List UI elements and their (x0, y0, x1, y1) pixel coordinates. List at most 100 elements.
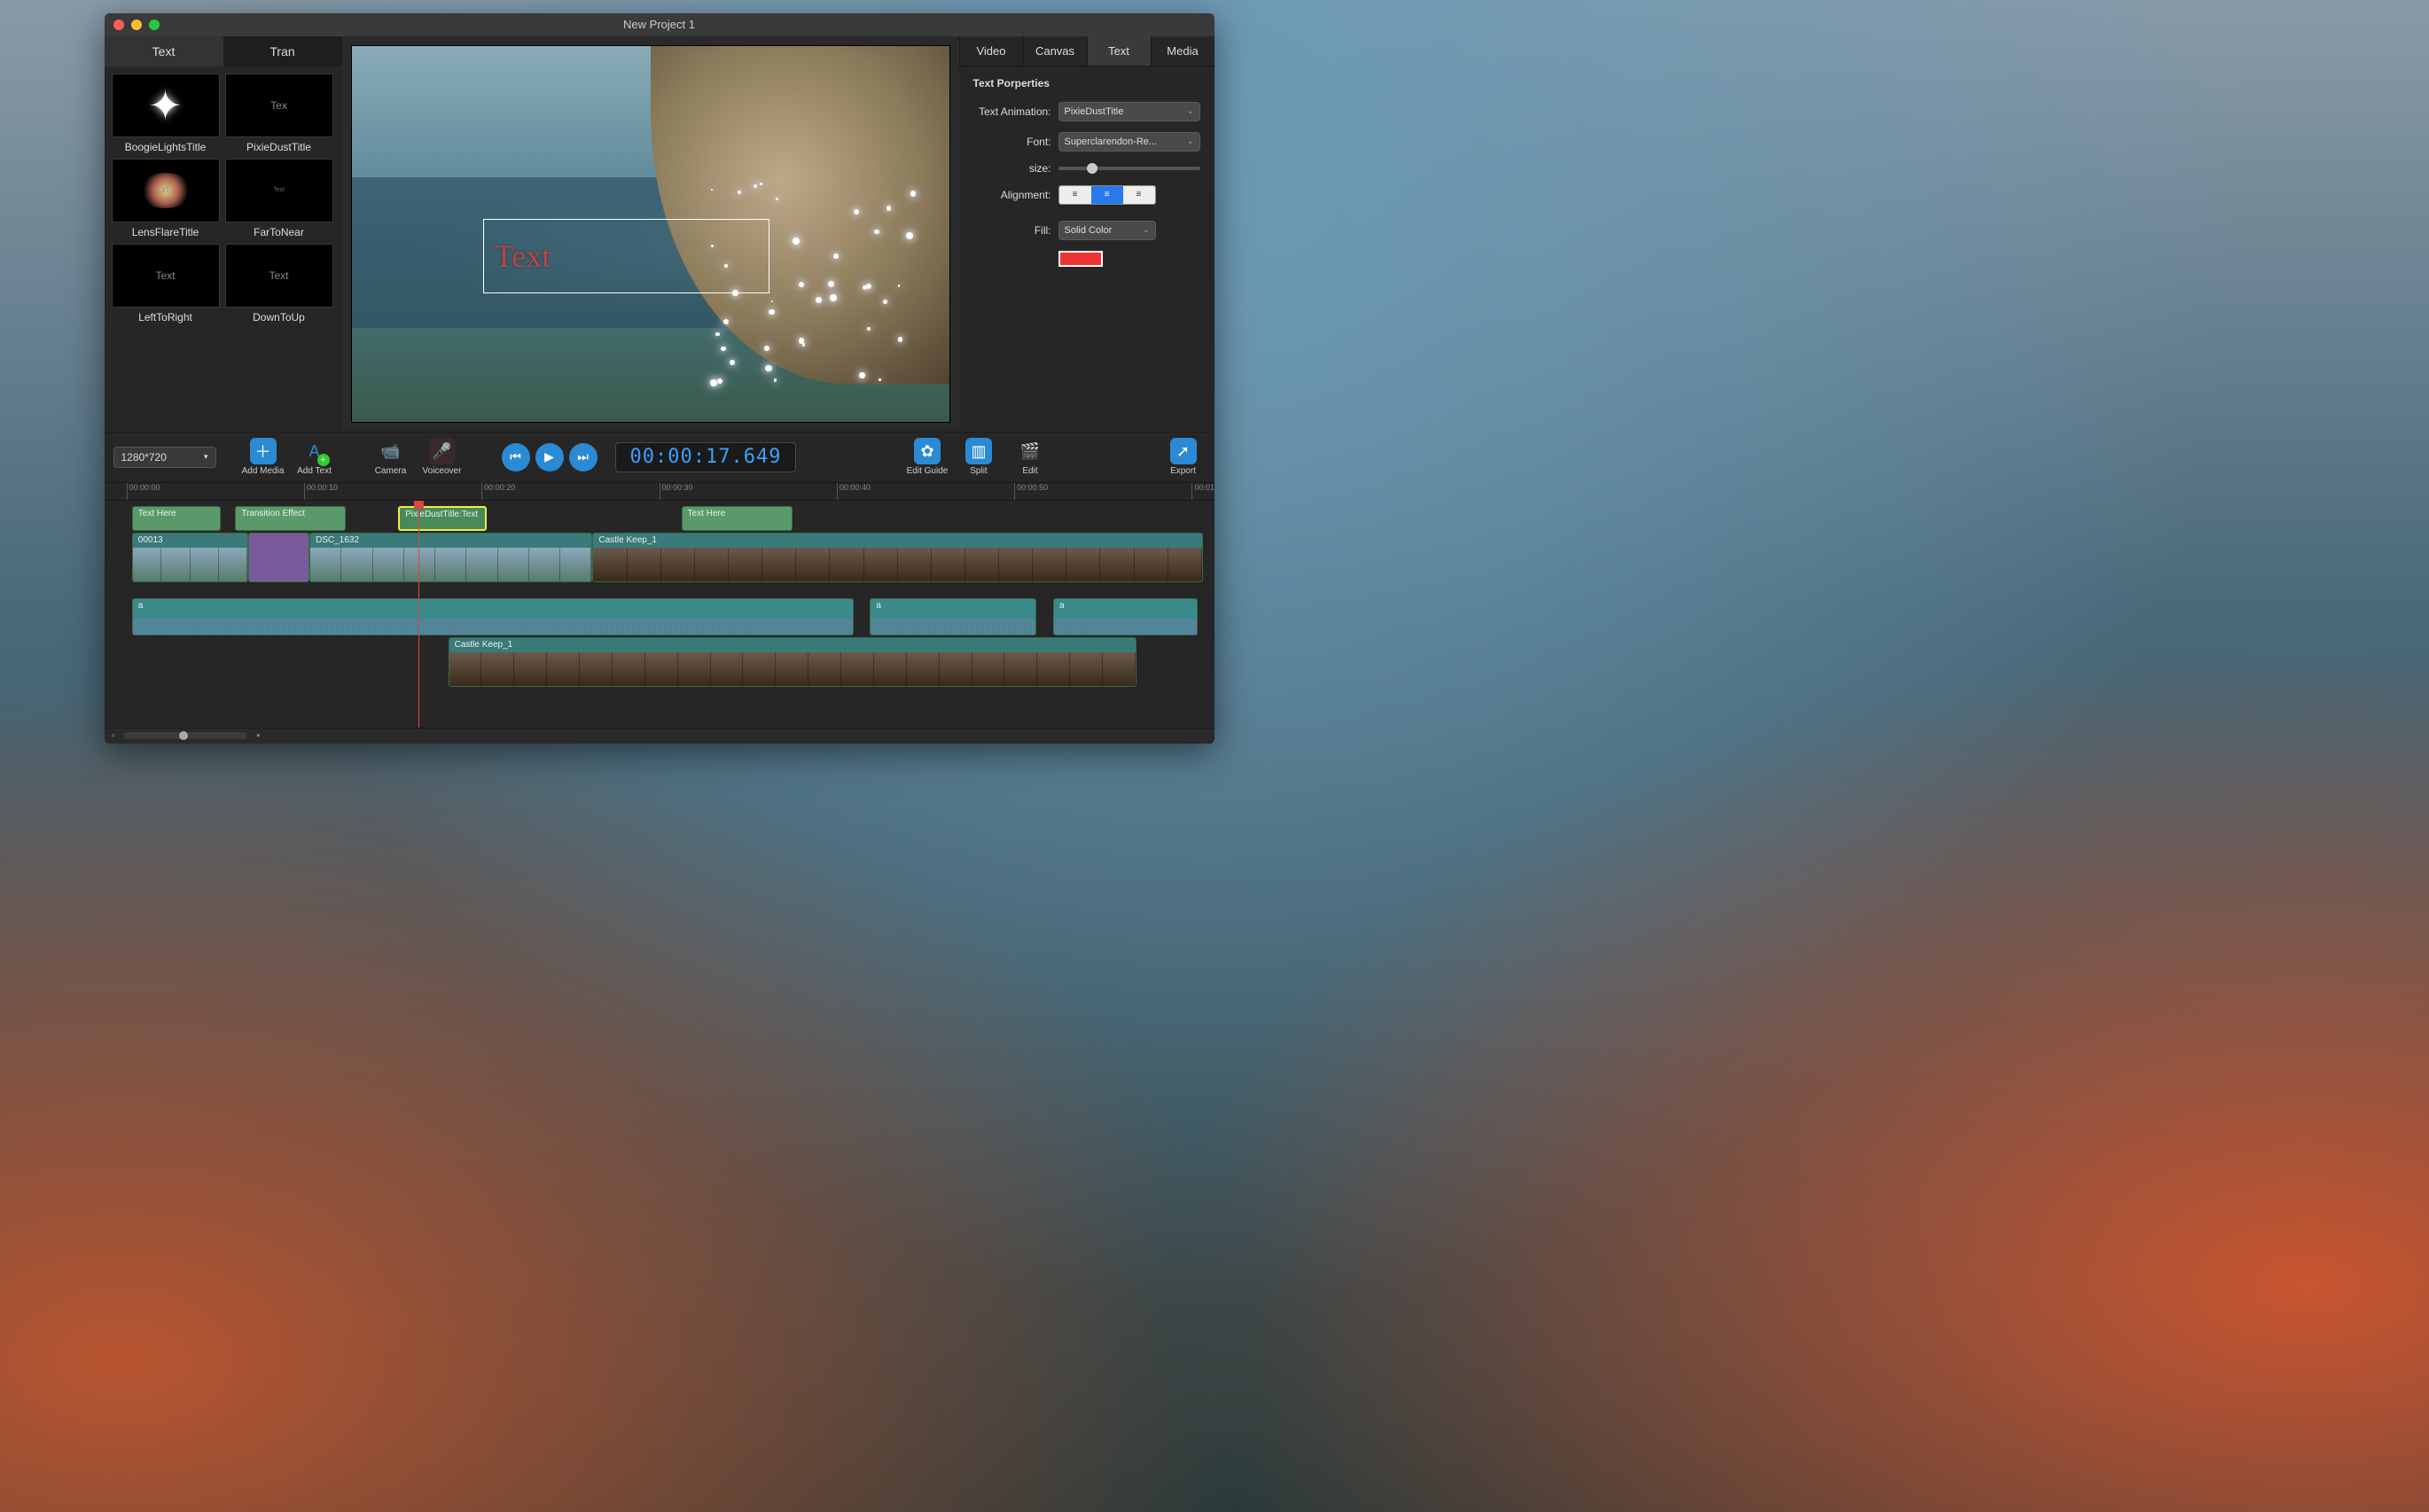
align-right-button[interactable]: ≡ (1123, 186, 1155, 204)
inspector-tab-text[interactable]: Text (1087, 36, 1151, 66)
preset-grid[interactable]: ✦BoogieLightsTitleTex PixieDustTitle xtLen… (105, 66, 342, 432)
clapper-icon: 🎬 (1017, 438, 1043, 464)
overlay-text[interactable]: Text (495, 238, 551, 275)
export-icon: ➚ (1170, 438, 1197, 464)
minimize-icon[interactable] (131, 19, 142, 30)
video-clip[interactable]: Castle Keep_1 (592, 533, 1203, 582)
resolution-select[interactable]: 1280*720▾ (113, 447, 216, 468)
slider-thumb[interactable] (179, 731, 188, 740)
ruler-tick: 00:00:30 (660, 483, 693, 500)
zoom-out-icon[interactable]: ▫ (112, 730, 115, 741)
play-button[interactable]: ▶ (535, 443, 564, 472)
preset-label: LeftToRight (138, 311, 192, 323)
preset-label: FarToNear (254, 226, 304, 238)
left-tab-text[interactable]: Text (105, 36, 223, 66)
alignment-label: Alignment: (973, 189, 1051, 201)
preset-thumb: ✦ (112, 74, 220, 137)
fill-select[interactable]: Solid Color⌄ (1058, 221, 1156, 240)
maximize-icon[interactable] (149, 19, 160, 30)
text-clip[interactable]: Text Here (682, 506, 793, 531)
text-overlay-box[interactable]: Text (483, 219, 770, 294)
video-track-1[interactable]: 00013 DSC_1632Castle Keep_1 (105, 533, 1214, 582)
audio-clip[interactable]: a (870, 598, 1036, 635)
text-track[interactable]: Text Here Transition Effect PixieDustTitle… (105, 506, 1214, 531)
ruler-tick: 00:00:10 (304, 483, 338, 500)
left-tab-tran[interactable]: Tran (223, 36, 342, 66)
preset-BoogieLightsTitle[interactable]: ✦BoogieLightsTitle (112, 74, 220, 153)
inspector-tab-video[interactable]: Video (959, 36, 1023, 66)
section-title: Text Porperties (973, 77, 1200, 90)
time-ruler[interactable]: 00:00:00 00:00:10 00:00:20 00:00:30 00:00:40… (105, 483, 1214, 501)
fill-color-swatch[interactable] (1058, 251, 1103, 267)
preset-FarToNear[interactable]: Text FarToNear (225, 159, 333, 238)
camera-button[interactable]: 📹 Camera (369, 438, 413, 476)
preset-thumb: Tex (225, 74, 333, 137)
timeline[interactable]: 00:00:00 00:00:10 00:00:20 00:00:30 00:00:40… (105, 483, 1214, 744)
inspector-tab-media[interactable]: Media (1151, 36, 1214, 66)
video-clip[interactable]: 00013 (132, 533, 248, 582)
zoom-in-icon[interactable]: ▪ (256, 730, 260, 741)
audio-clip[interactable]: a (132, 598, 854, 635)
preset-DownToUp[interactable]: TextDownToUp (225, 244, 333, 323)
edit-button[interactable]: 🎬 Edit (1008, 438, 1052, 476)
timeline-bottombar: ▫ ▪ (105, 728, 1214, 744)
skip-forward-icon: ⏭ (577, 449, 589, 464)
preset-thumb: Text (225, 244, 333, 308)
animation-label: Text Animation: (973, 105, 1051, 118)
ruler-tick: 00:00:20 (481, 483, 515, 500)
preset-LensFlareTitle[interactable]: xtLensFlareTitle (112, 159, 220, 238)
add-media-button[interactable]: ＋ Add Media (241, 438, 285, 476)
font-label: Font: (973, 136, 1051, 148)
microphone-icon: 🎤 (429, 438, 456, 464)
video-clip[interactable] (248, 533, 309, 582)
video-clip[interactable]: DSC_1632 (309, 533, 592, 582)
effects-panel: TextTran ✦BoogieLightsTitleTexPixieDustT… (105, 36, 342, 432)
split-icon: ▥ (965, 438, 992, 464)
add-text-button[interactable]: A+ Add Text (293, 438, 337, 476)
preview-canvas[interactable]: Text (351, 45, 950, 423)
alignment-buttons: ≡ ≡ ≡ (1058, 185, 1156, 205)
zoom-slider[interactable] (123, 732, 247, 739)
text-clip[interactable]: Text Here (132, 506, 221, 531)
audio-clip[interactable]: a (1053, 598, 1198, 635)
split-button[interactable]: ▥ Split (957, 438, 1001, 476)
align-center-button[interactable]: ≡ (1091, 186, 1123, 204)
plus-icon: ＋ (250, 438, 277, 464)
preset-thumb: Text (112, 244, 220, 308)
export-button[interactable]: ➚ Export (1161, 438, 1206, 476)
video-clip[interactable]: Castle Keep_1 (449, 637, 1136, 687)
animation-select[interactable]: PixieDustTitle⌄ (1058, 102, 1200, 121)
video-track-2[interactable]: Castle Keep_1 (105, 637, 1214, 687)
align-left-button[interactable]: ≡ (1059, 186, 1091, 204)
text-clip[interactable]: Transition Effect (235, 506, 346, 531)
play-icon: ▶ (544, 449, 554, 464)
preset-label: PixieDustTitle (246, 141, 311, 153)
window-title: New Project 1 (105, 18, 1214, 31)
chevron-down-icon: ⌄ (1187, 106, 1194, 116)
preset-LeftToRight[interactable]: Text LeftToRight (112, 244, 220, 323)
playhead[interactable] (418, 501, 419, 728)
titlebar[interactable]: New Project 1 (105, 13, 1214, 36)
ruler-tick: 00:00:40 (837, 483, 871, 500)
voiceover-button[interactable]: 🎤 Voiceover (420, 438, 465, 476)
preset-thumb: xt (112, 159, 220, 222)
font-select[interactable]: Superclarendon-Re...⌄ (1058, 132, 1200, 152)
preset-PixieDustTitle[interactable]: Tex PixieDustTitle (225, 74, 333, 153)
size-slider[interactable] (1058, 167, 1200, 170)
app-window: New Project 1 TextTran ✦BoogieLightsTitl… (105, 13, 1214, 744)
ruler-tick: 00:00:00 (127, 483, 160, 500)
prev-button[interactable]: ⏮ (502, 443, 530, 472)
slider-thumb[interactable] (1087, 163, 1097, 174)
inspector-tab-canvas[interactable]: Canvas (1023, 36, 1087, 66)
chevron-down-icon: ⌄ (1187, 136, 1194, 146)
edit-guide-button[interactable]: ✿ Edit Guide (905, 438, 949, 476)
text-clip[interactable]: PixieDustTitle:Text (398, 506, 487, 531)
audio-track[interactable]: aaa (105, 598, 1214, 635)
preview-area: Text (342, 36, 959, 432)
preset-thumb: Text (225, 159, 333, 222)
size-label: size: (973, 162, 1051, 175)
timecode-display: 00:00:17.649 (615, 442, 797, 472)
ruler-tick: 00:00:50 (1014, 483, 1048, 500)
next-button[interactable]: ⏭ (569, 443, 597, 472)
close-icon[interactable] (113, 19, 124, 30)
